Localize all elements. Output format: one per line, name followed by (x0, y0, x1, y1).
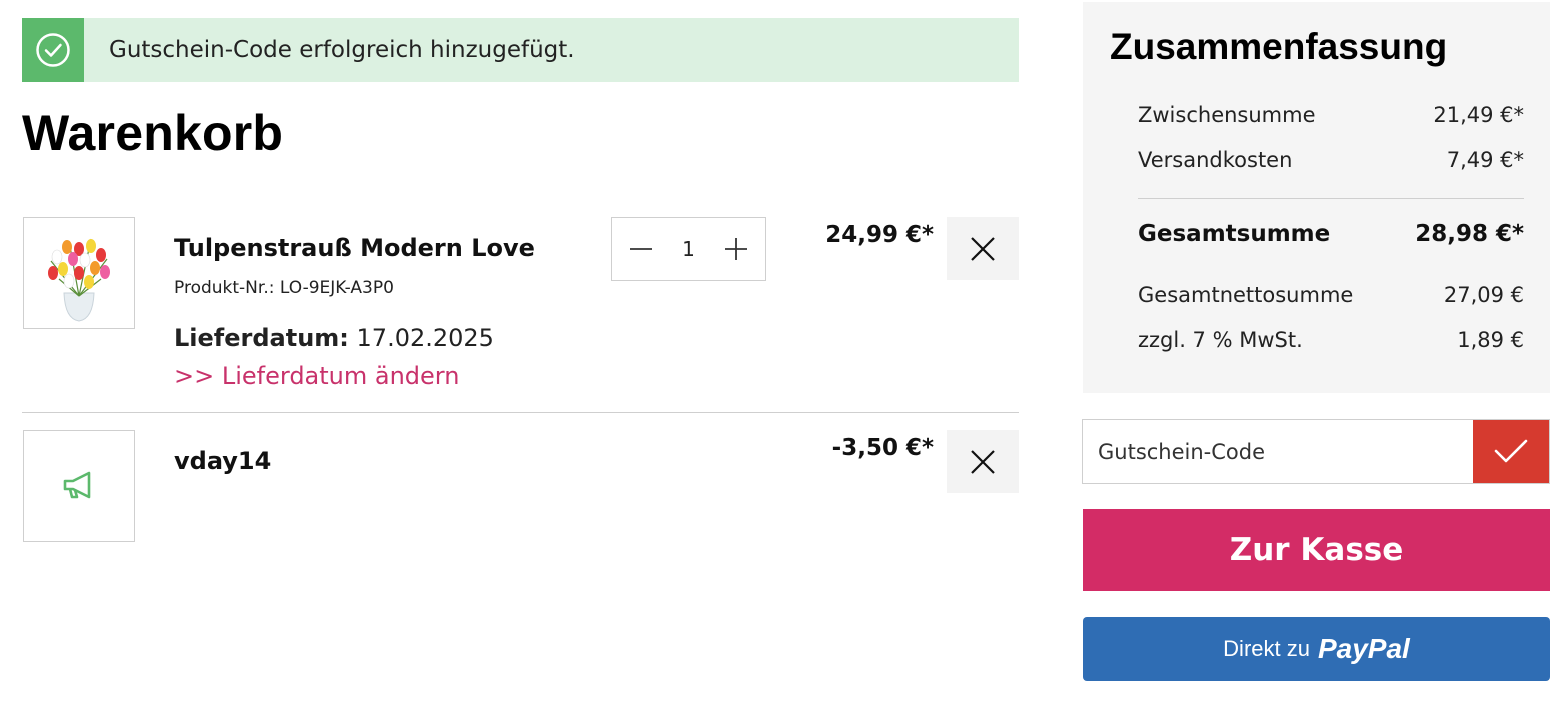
vat-row: zzgl. 7 % MwSt. 1,89 € (1138, 328, 1524, 352)
shipping-label: Versandkosten (1138, 148, 1293, 172)
checkout-button[interactable]: Zur Kasse (1083, 509, 1550, 591)
subtotal-row: Zwischensumme 21,49 €* (1138, 103, 1524, 127)
voucher-discount: -3,50 €* (831, 435, 934, 461)
cart-item-name[interactable]: Tulpenstrauß Modern Love (174, 234, 535, 262)
product-image[interactable] (23, 217, 135, 329)
voucher-code-input[interactable] (1083, 420, 1473, 483)
apply-voucher-button[interactable] (1473, 420, 1549, 483)
remove-voucher-button[interactable] (947, 430, 1019, 493)
vat-value: 1,89 € (1457, 328, 1524, 352)
increase-quantity-button[interactable] (707, 218, 765, 280)
cart-item-price: 24,99 €* (825, 222, 934, 248)
delivery-label: Lieferdatum: (174, 324, 349, 352)
page-title: Warenkorb (22, 105, 284, 161)
net-total-row: Gesamtnettosumme 27,09 € (1138, 283, 1524, 307)
order-summary: Zusammenfassung Zwischensumme 21,49 €* V… (1083, 2, 1550, 393)
shipping-value: 7,49 €* (1446, 148, 1524, 172)
subtotal-value: 21,49 €* (1433, 103, 1524, 127)
voucher-form (1082, 419, 1550, 484)
check-circle-icon (22, 18, 84, 82)
success-alert: Gutschein-Code erfolgreich hinzugefügt. (22, 18, 1019, 82)
decrease-quantity-button[interactable] (612, 218, 670, 280)
delivery-date-value: 17.02.2025 (356, 324, 494, 352)
delivery-date: Lieferdatum: 17.02.2025 (174, 324, 494, 352)
minus-icon (630, 248, 652, 250)
checkmark-icon (1494, 439, 1528, 462)
net-total-label: Gesamtnettosumme (1138, 283, 1354, 307)
cart-divider (22, 412, 1019, 413)
remove-item-button[interactable] (947, 217, 1019, 280)
paypal-prefix: Direkt zu (1223, 636, 1310, 661)
shipping-row: Versandkosten 7,49 €* (1138, 148, 1524, 172)
total-row: Gesamtsumme 28,98 €* (1138, 221, 1524, 247)
cart-item-sku: Produkt-Nr.: LO-9EJK-A3P0 (174, 278, 394, 298)
voucher-image (23, 430, 135, 542)
megaphone-icon (63, 471, 91, 499)
tulip-bouquet-image (48, 238, 110, 322)
quantity-value[interactable]: 1 (670, 237, 707, 261)
net-total-value: 27,09 € (1443, 283, 1524, 307)
close-icon (971, 449, 995, 474)
close-icon (971, 236, 995, 261)
voucher-name: vday14 (174, 447, 272, 475)
vat-label: zzgl. 7 % MwSt. (1138, 328, 1303, 352)
total-label: Gesamtsumme (1138, 221, 1331, 247)
plus-icon (725, 238, 747, 260)
summary-title: Zusammenfassung (1110, 26, 1448, 67)
alert-message: Gutschein-Code erfolgreich hinzugefügt. (109, 37, 575, 63)
subtotal-label: Zwischensumme (1138, 103, 1316, 127)
quantity-stepper: 1 (611, 217, 766, 281)
change-delivery-date-link[interactable]: >> Lieferdatum ändern (174, 362, 459, 390)
total-value: 28,98 €* (1415, 221, 1524, 247)
paypal-logo: PayPal (1317, 633, 1410, 664)
summary-divider (1138, 198, 1524, 199)
paypal-express-button[interactable]: Direkt zu PayPal (1083, 617, 1550, 681)
